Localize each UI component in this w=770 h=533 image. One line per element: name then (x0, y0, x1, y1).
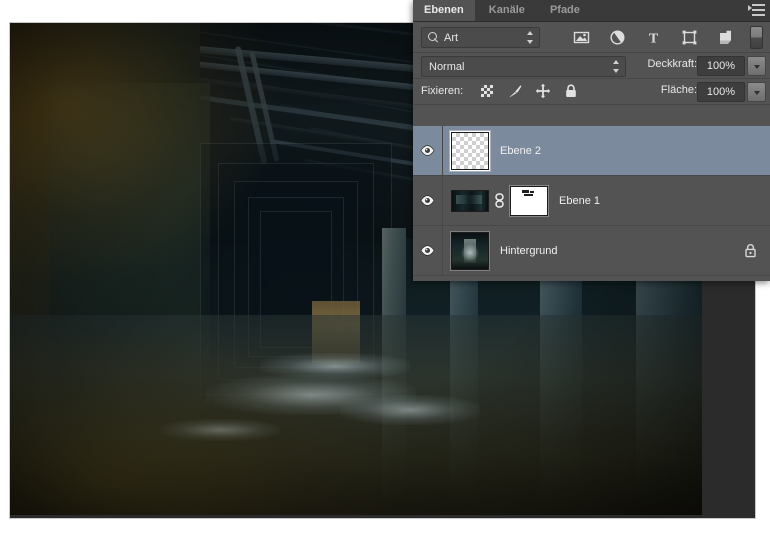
layer-name[interactable]: Ebene 1 (559, 195, 600, 207)
lock-row: Fixieren: Fläche: 100% (413, 79, 770, 105)
lock-icon (744, 243, 757, 258)
lock-all-icon[interactable] (563, 83, 579, 99)
panel-menu-icon[interactable] (748, 4, 765, 17)
lock-position-icon[interactable] (535, 83, 551, 99)
fill-label: Fläche: (660, 84, 697, 96)
adjustment-layer-filter-icon[interactable] (609, 29, 626, 46)
layer-filter-bar: Art T (413, 22, 770, 53)
blend-mode-arrows-icon[interactable] (613, 60, 620, 73)
lock-label: Fixieren: (421, 85, 464, 97)
photoshop-screenshot: Ebenen Kanäle Pfade Art T Normal Deckkra… (0, 0, 770, 533)
blend-mode-select[interactable]: Normal (421, 56, 626, 77)
table-row[interactable]: Ebene 1 (413, 176, 770, 226)
opacity-label: Deckkraft: (647, 58, 697, 70)
layer-thumbnail[interactable] (451, 231, 489, 270)
tab-pfade[interactable]: Pfade (539, 0, 591, 21)
layer-thumbnail[interactable] (451, 189, 489, 212)
opacity-dropdown-icon[interactable] (747, 56, 766, 76)
fill-input[interactable]: 100% (697, 82, 745, 102)
opacity-input[interactable]: 100% (697, 56, 745, 76)
search-icon (428, 31, 440, 44)
eye-icon (420, 245, 435, 256)
layer-list: Ebene 2 Ebene 1 Hintergrund (413, 126, 770, 281)
layers-panel: Ebenen Kanäle Pfade Art T Normal Deckkra… (413, 0, 770, 281)
filter-kind-select[interactable]: Art (421, 27, 540, 48)
fill-dropdown-icon[interactable] (747, 82, 766, 102)
layer-thumbnail[interactable] (451, 131, 489, 170)
table-row[interactable]: Ebene 2 (413, 126, 770, 176)
eye-icon (420, 195, 435, 206)
layer-name[interactable]: Ebene 2 (500, 145, 541, 157)
type-layer-filter-icon[interactable]: T (645, 29, 662, 47)
filter-kind-label: Art (444, 31, 459, 44)
layer-visibility-toggle[interactable] (413, 226, 443, 275)
photo-warm-glow-top (10, 23, 280, 283)
updown-arrows-icon[interactable] (527, 31, 534, 44)
layer-mask-thumbnail[interactable] (510, 185, 548, 216)
lock-transparent-pixels-icon[interactable] (479, 83, 495, 99)
pixel-layer-filter-icon[interactable] (573, 29, 590, 46)
tab-ebenen[interactable]: Ebenen (413, 0, 475, 21)
table-row[interactable]: Hintergrund (413, 226, 770, 276)
panel-tab-bar: Ebenen Kanäle Pfade (413, 0, 770, 22)
svg-text:T: T (649, 32, 659, 46)
filter-enable-toggle[interactable] (750, 26, 763, 49)
layer-name[interactable]: Hintergrund (500, 245, 557, 257)
photo-warm-glow-bottom (10, 335, 390, 515)
blend-mode-value: Normal (429, 60, 465, 73)
eye-icon (420, 145, 435, 156)
link-icon[interactable] (494, 193, 505, 208)
smart-object-filter-icon[interactable] (717, 29, 734, 46)
lock-image-pixels-icon[interactable] (507, 83, 523, 99)
shape-layer-filter-icon[interactable] (681, 29, 698, 46)
layer-visibility-toggle[interactable] (413, 176, 443, 225)
layer-visibility-toggle[interactable] (413, 126, 443, 175)
tab-kanaele[interactable]: Kanäle (478, 0, 536, 21)
blend-mode-row: Normal Deckkraft: 100% (413, 53, 770, 79)
